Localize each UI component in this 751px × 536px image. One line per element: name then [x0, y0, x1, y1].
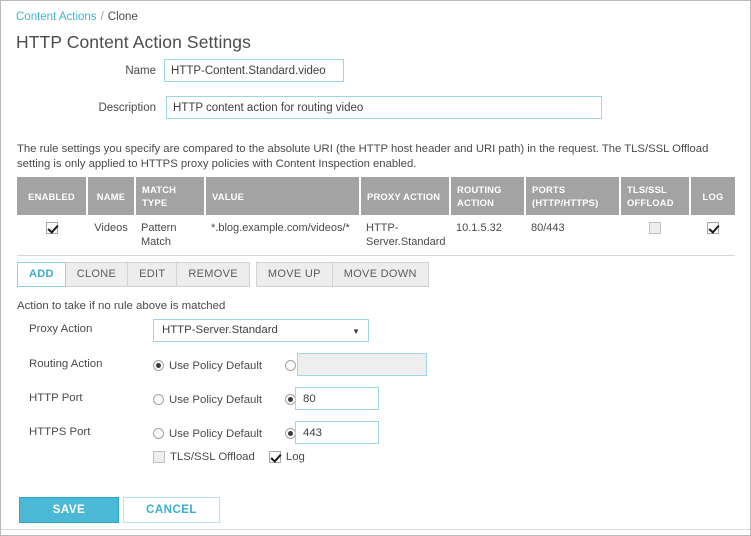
routing-action-radio-group: Use Policy Default Use: [153, 357, 321, 375]
move-down-button[interactable]: MOVE DOWN: [332, 262, 429, 287]
proxy-action-select[interactable]: HTTP-Server.Standard ▼: [153, 319, 369, 342]
routing-action-input[interactable]: [297, 353, 427, 376]
save-button[interactable]: SAVE: [19, 497, 119, 523]
row-tls-ssl-offload-checkbox[interactable]: [649, 222, 661, 234]
cell-log: [690, 215, 735, 256]
page-title: HTTP Content Action Settings: [16, 32, 251, 53]
http-port-policy-default-radio[interactable]: [153, 394, 164, 405]
edit-button[interactable]: EDIT: [127, 262, 177, 287]
add-button[interactable]: ADD: [17, 262, 66, 287]
cancel-button[interactable]: CANCEL: [123, 497, 220, 523]
routing-action-use-radio[interactable]: [285, 360, 296, 371]
http-port-policy-default-label: Use Policy Default: [169, 394, 262, 406]
column-header-routing-action: ROUTING ACTION: [450, 177, 525, 215]
table-action-buttons: ADDCLONEEDITREMOVE MOVE UPMOVE DOWN: [17, 262, 428, 287]
description-label: Description: [61, 102, 156, 114]
cell-routing-action: 10.1.5.32: [450, 215, 525, 256]
cell-ports: 80/443: [525, 215, 620, 256]
column-header-log: LOG: [690, 177, 735, 215]
content-rules-table: ENABLED NAME MATCH TYPE VALUE PROXY ACTI…: [17, 177, 735, 256]
column-header-tls-ssl-offload: TLS/SSL OFFLOAD: [620, 177, 690, 215]
breadcrumb: Content Actions/Clone: [16, 10, 138, 24]
routing-action-policy-default-label: Use Policy Default: [169, 360, 262, 372]
http-port-label: HTTP Port: [29, 392, 83, 404]
https-port-input[interactable]: [295, 421, 379, 444]
breadcrumb-current-clone: Clone: [108, 11, 138, 23]
default-action-note: Action to take if no rule above is match…: [17, 300, 225, 312]
column-header-ports: PORTS (HTTP/HTTPS): [525, 177, 620, 215]
cell-enabled: [17, 215, 87, 256]
column-header-proxy-action: PROXY ACTION: [360, 177, 450, 215]
row-log-checkbox[interactable]: [707, 222, 719, 234]
proxy-action-selected-value: HTTP-Server.Standard: [162, 324, 278, 336]
breadcrumb-link-content-actions[interactable]: Content Actions: [16, 11, 97, 23]
https-port-policy-default-label: Use Policy Default: [169, 428, 262, 440]
cell-match-type: Pattern Match: [135, 215, 205, 256]
https-port-policy-default-radio[interactable]: [153, 428, 164, 439]
table-row[interactable]: Videos Pattern Match *.blog.example.com/…: [17, 215, 735, 256]
description-input[interactable]: [166, 96, 602, 119]
routing-action-policy-default-radio[interactable]: [153, 360, 164, 371]
name-input[interactable]: [164, 59, 344, 82]
tls-ssl-offload-checkbox[interactable]: [153, 451, 165, 463]
column-header-value: VALUE: [205, 177, 360, 215]
https-port-label: HTTPS Port: [29, 426, 90, 438]
cell-proxy-action: HTTP-Server.Standard: [360, 215, 450, 256]
log-label: Log: [286, 451, 305, 463]
http-port-input[interactable]: [295, 387, 379, 410]
content-action-settings-page: Content Actions/Clone HTTP Content Actio…: [0, 0, 751, 536]
default-action-checkbox-row: TLS/SSL Offload Log: [153, 448, 319, 466]
routing-action-label: Routing Action: [29, 358, 102, 370]
cell-name: Videos: [87, 215, 135, 256]
tls-ssl-offload-label: TLS/SSL Offload: [170, 451, 255, 463]
move-up-button[interactable]: MOVE UP: [256, 262, 333, 287]
breadcrumb-separator: /: [97, 11, 108, 23]
column-header-enabled: ENABLED: [17, 177, 87, 215]
proxy-action-label: Proxy Action: [29, 323, 92, 335]
footer-divider: [1, 529, 751, 530]
rules-note-text: The rule settings you specify are compar…: [17, 142, 735, 172]
column-header-match-type: MATCH TYPE: [135, 177, 205, 215]
chevron-down-icon: ▼: [352, 320, 360, 343]
row-enabled-checkbox[interactable]: [46, 222, 58, 234]
log-checkbox[interactable]: [269, 451, 281, 463]
column-header-name: NAME: [87, 177, 135, 215]
remove-button[interactable]: REMOVE: [176, 262, 249, 287]
table-header-row: ENABLED NAME MATCH TYPE VALUE PROXY ACTI…: [17, 177, 735, 215]
name-label: Name: [61, 65, 156, 77]
cell-value: *.blog.example.com/videos/*: [205, 215, 360, 256]
clone-button[interactable]: CLONE: [65, 262, 128, 287]
cell-tls-ssl-offload: [620, 215, 690, 256]
